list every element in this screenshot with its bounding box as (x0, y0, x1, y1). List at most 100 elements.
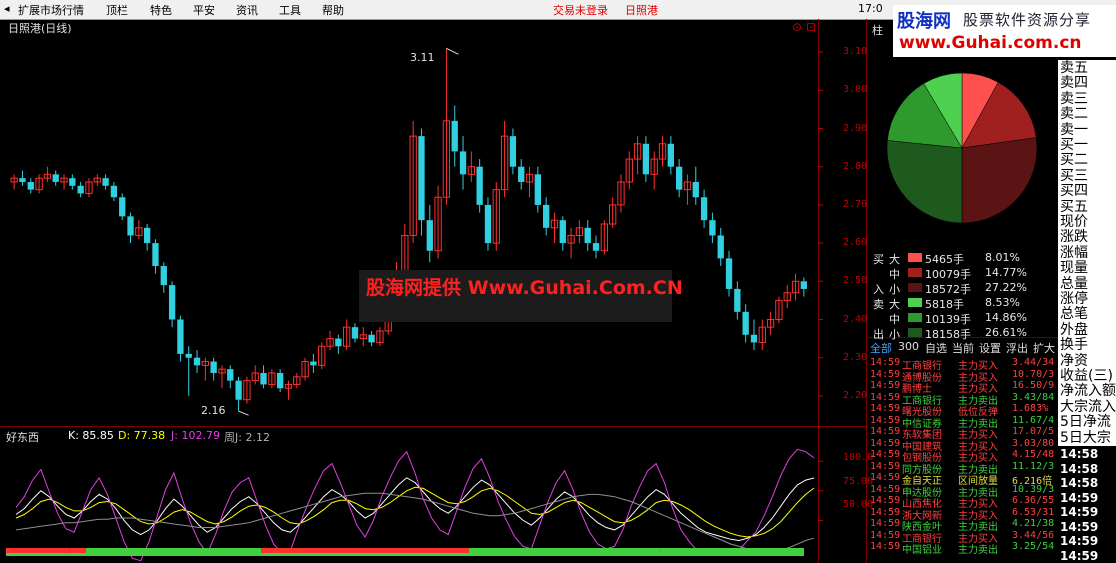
tape-val: 3.25/54 (1012, 541, 1055, 552)
candle-body (459, 151, 467, 175)
candle-body (476, 166, 483, 205)
watermark-overlay-text: 股海网提供 Www.Guhai.Com.CN (366, 277, 683, 299)
candle-body (642, 143, 650, 175)
order-pct: 8.53% (985, 296, 1020, 309)
candle-body (717, 235, 724, 259)
pie-tab[interactable]: 柱 (872, 22, 883, 38)
chart-title: 日照港(日线) (8, 22, 72, 35)
tape-time: 14:59 (870, 460, 901, 472)
candle-body (69, 178, 76, 186)
tape-val: 10.39/3 (1012, 483, 1055, 495)
quote-label: 总笔 (1060, 306, 1088, 323)
tape-time: 14:59 (870, 368, 901, 380)
tape-val: 1.683% (1012, 403, 1049, 414)
candle-body (351, 327, 359, 339)
signal-strip (85, 548, 262, 553)
order-pct: 8.01% (985, 251, 1020, 264)
order-volume: 10139手 (925, 313, 971, 326)
watermark-brand: 股海网 (897, 11, 951, 32)
quote-label: 买四 (1060, 183, 1088, 200)
candle-body (27, 181, 34, 190)
signal-strip (6, 553, 804, 556)
order-pct: 14.77% (985, 266, 1027, 279)
high-price-label: 3.11 (410, 51, 435, 64)
candle-body (709, 220, 716, 236)
tape-time: 14:59 (870, 518, 901, 529)
watermark-slogan: 股票软件资源分享 (963, 11, 1092, 29)
candle-body (335, 338, 342, 347)
signal-strip (468, 548, 661, 553)
quote-time: 14:59 (1060, 490, 1099, 505)
quote-label: 净资 (1060, 352, 1088, 369)
quote-label: 大宗流入 (1060, 398, 1116, 415)
candle-body (725, 258, 733, 289)
tape-time: 14:59 (870, 506, 901, 518)
tape-val: 17.07/5 (1012, 426, 1055, 437)
chart-settings-icon[interactable]: ⊙ (792, 20, 802, 34)
tape-val: 6.36/55 (1012, 495, 1055, 506)
price-tick-label: 2.20 (843, 389, 868, 401)
candle-body (168, 285, 176, 320)
order-color-swatch (908, 298, 922, 307)
candle-body (800, 281, 807, 289)
tape-val: 11.67/4 (1012, 414, 1055, 426)
quote-time: 14:58 (1060, 461, 1099, 476)
order-volume: 10079手 (925, 268, 971, 281)
candle-body (235, 380, 242, 400)
ind-ytick: 75.00 (843, 476, 874, 487)
candle-body (676, 166, 683, 190)
quote-time: 14:58 (1060, 476, 1099, 490)
tape-time: 14:59 (870, 472, 901, 483)
candle-body (310, 361, 317, 366)
order-size: 中 (889, 313, 900, 326)
side-label: 卖 (873, 298, 884, 311)
order-color-swatch (908, 253, 922, 262)
quote-label: 买一 (1060, 137, 1088, 153)
tab-expand[interactable]: 扩大 (1033, 340, 1055, 356)
tab-settings[interactable]: 设置 (979, 340, 1001, 356)
quote-label: 现价 (1060, 214, 1088, 230)
side-label: 入 (873, 283, 884, 296)
side-label: 买 (873, 253, 884, 266)
indicator-k: K: 85.85 (68, 429, 114, 442)
candle-body (534, 174, 541, 205)
candle-body (227, 369, 234, 381)
order-pct: 27.22% (985, 281, 1027, 294)
quote-time: 14:59 (1060, 548, 1099, 563)
candle-body (160, 266, 167, 286)
price-tick-label: 3.10 (843, 46, 868, 58)
quote-label: 外盘 (1060, 321, 1088, 338)
panel-divider (0, 426, 868, 427)
candle-body (451, 120, 458, 152)
tape-val: 3.44/56 (1012, 529, 1055, 541)
candle-body (77, 185, 84, 194)
indicator-name[interactable]: 好东西 (6, 429, 39, 445)
tab-float[interactable]: 浮出 (1006, 340, 1028, 356)
tape-val: 16.50/9 (1012, 380, 1055, 391)
candle-body (559, 220, 566, 244)
candle-body (426, 220, 433, 251)
candle-body (127, 216, 134, 236)
tab-current[interactable]: 当前 (952, 340, 974, 356)
candle-body (484, 204, 492, 244)
order-pct: 14.86% (985, 311, 1027, 324)
candle-body (144, 227, 151, 244)
tab-watchlist[interactable]: 自选 (925, 340, 947, 356)
tape-time: 14:59 (870, 437, 901, 449)
candle-body (177, 319, 184, 354)
candle-body (277, 372, 284, 389)
candle-body (119, 197, 126, 217)
tab-all[interactable]: 全部 (870, 340, 892, 356)
order-volume: 5465手 (925, 253, 964, 266)
order-volume: 18572手 (925, 283, 971, 296)
candle-body (152, 243, 159, 267)
signal-strip (660, 548, 804, 553)
candle-body (742, 311, 749, 335)
ind-ytick: 100.0 (843, 452, 874, 463)
indicator-d: D: 77.38 (118, 429, 166, 442)
tab-300[interactable]: 300 (898, 340, 919, 353)
chart-close-icon[interactable]: ⊡ (806, 20, 816, 34)
indicator-j: J: 102.79 (171, 429, 220, 442)
candle-body (52, 174, 59, 182)
candle-body (692, 181, 699, 198)
